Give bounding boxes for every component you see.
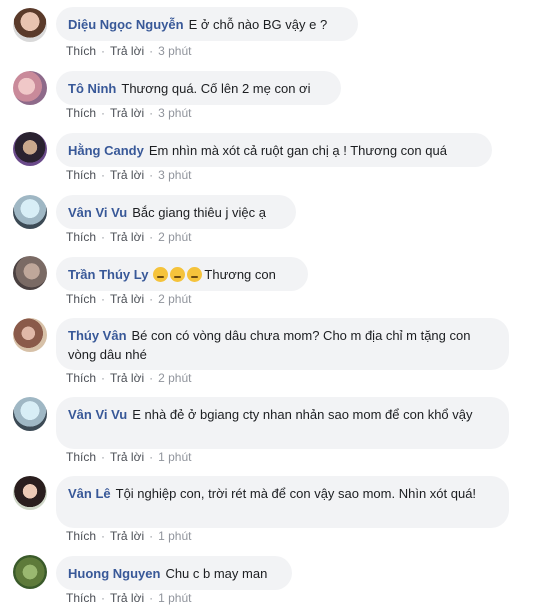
comment-bubble: Vân Vi Vu E nhà đẻ ở bgiang cty nhan nhản…	[56, 397, 509, 449]
comment-text: E ở chỗ nào BG vậy e ?	[188, 17, 328, 32]
comment-text: Chu c b may man	[165, 566, 268, 581]
like-link[interactable]: Thích	[66, 591, 96, 605]
like-link[interactable]: Thích	[66, 230, 96, 244]
comment-bubble: Diệu Ngọc Nguyễn E ở chỗ nào BG vậy e ?	[56, 7, 358, 41]
comment-bubble: Huong Nguyen Chu c b may man	[56, 556, 292, 590]
comment-text: Thương con	[204, 267, 276, 282]
comment-actions: Thích · Trả lời · 1 phút	[66, 450, 192, 464]
timestamp[interactable]: 3 phút	[158, 106, 191, 120]
like-link[interactable]: Thích	[66, 168, 96, 182]
reply-link[interactable]: Trả lời	[110, 106, 144, 120]
like-link[interactable]: Thích	[66, 450, 96, 464]
comment-bubble: Vân Lê Tội nghiệp con, trời rét mà để con…	[56, 476, 509, 528]
like-link[interactable]: Thích	[66, 529, 96, 543]
reply-link[interactable]: Trả lời	[110, 230, 144, 244]
sad-face-icon	[153, 267, 169, 282]
avatar[interactable]	[13, 132, 47, 166]
comment-actions: Thích · Trả lời · 2 phút	[66, 292, 192, 306]
timestamp[interactable]: 1 phút	[158, 529, 191, 543]
comment-author[interactable]: Huong Nguyen	[68, 566, 160, 581]
avatar[interactable]	[13, 318, 47, 352]
comment-actions: Thích · Trả lời · 1 phút	[66, 591, 192, 605]
comment-text: Em nhìn mà xót cả ruột gan chị ạ ! Thươn…	[148, 143, 447, 158]
reply-link[interactable]: Trả lời	[110, 44, 144, 58]
comment-text: E nhà đẻ ở bgiang cty nhan nhản sao mom …	[132, 407, 473, 422]
timestamp[interactable]: 2 phút	[158, 230, 191, 244]
comment-actions: Thích · Trả lời · 3 phút	[66, 168, 192, 182]
comment-actions: Thích · Trả lời · 1 phút	[66, 529, 192, 543]
like-link[interactable]: Thích	[66, 44, 96, 58]
avatar[interactable]	[13, 555, 47, 589]
sad-face-icon	[170, 267, 186, 282]
avatar[interactable]	[13, 256, 47, 290]
timestamp[interactable]: 3 phút	[158, 44, 191, 58]
comment-bubble: Tô Ninh Thương quá. Cố lên 2 mẹ con ơi	[56, 71, 341, 105]
avatar[interactable]	[13, 476, 47, 510]
comment-actions: Thích · Trả lời · 3 phút	[66, 44, 192, 58]
like-link[interactable]: Thích	[66, 292, 96, 306]
reply-link[interactable]: Trả lời	[110, 371, 144, 385]
comment-author[interactable]: Tô Ninh	[68, 81, 116, 96]
comment-text: Tội nghiệp con, trời rét mà để con vậy s…	[115, 486, 477, 501]
avatar[interactable]	[13, 195, 47, 229]
comment-author[interactable]: Vân Vi Vu	[68, 205, 127, 220]
comment-author[interactable]: Thúy Vân	[68, 328, 127, 343]
comment-bubble: Thúy Vân Bé con có vòng dâu chưa mom? Cho…	[56, 318, 509, 370]
avatar[interactable]	[13, 397, 47, 431]
sad-face-icon	[187, 267, 203, 282]
timestamp[interactable]: 2 phút	[158, 292, 191, 306]
like-link[interactable]: Thích	[66, 371, 96, 385]
comment-author[interactable]: Hằng Candy	[68, 143, 144, 158]
comment-text: Bé con có vòng dâu chưa mom? Cho m địa c…	[68, 328, 471, 362]
comment-actions: Thích · Trả lời · 3 phút	[66, 106, 192, 120]
like-link[interactable]: Thích	[66, 106, 96, 120]
avatar[interactable]	[13, 8, 47, 42]
reply-link[interactable]: Trả lời	[110, 292, 144, 306]
comment-text: Thương quá. Cố lên 2 mẹ con ơi	[121, 81, 311, 96]
comment-text: Bắc giang thiêu j việc ạ	[132, 205, 266, 220]
comment-author[interactable]: Vân Vi Vu	[68, 407, 127, 422]
comment-actions: Thích · Trả lời · 2 phút	[66, 371, 192, 385]
comment-bubble: Vân Vi Vu Bắc giang thiêu j việc ạ	[56, 195, 296, 229]
reply-link[interactable]: Trả lời	[110, 529, 144, 543]
comment-bubble: Hằng Candy Em nhìn mà xót cả ruột gan chị…	[56, 133, 492, 167]
avatar[interactable]	[13, 71, 47, 105]
reply-link[interactable]: Trả lời	[110, 591, 144, 605]
timestamp[interactable]: 1 phút	[158, 591, 191, 605]
timestamp[interactable]: 1 phút	[158, 450, 191, 464]
comment-bubble: Trần Thúy Ly Thương con	[56, 257, 308, 291]
reply-link[interactable]: Trả lời	[110, 450, 144, 464]
comment-author[interactable]: Vân Lê	[68, 486, 111, 501]
reply-link[interactable]: Trả lời	[110, 168, 144, 182]
comment-author[interactable]: Diệu Ngọc Nguyễn	[68, 17, 184, 32]
timestamp[interactable]: 2 phút	[158, 371, 191, 385]
comment-author[interactable]: Trần Thúy Ly	[68, 267, 148, 282]
comment-actions: Thích · Trả lời · 2 phút	[66, 230, 192, 244]
timestamp[interactable]: 3 phút	[158, 168, 191, 182]
